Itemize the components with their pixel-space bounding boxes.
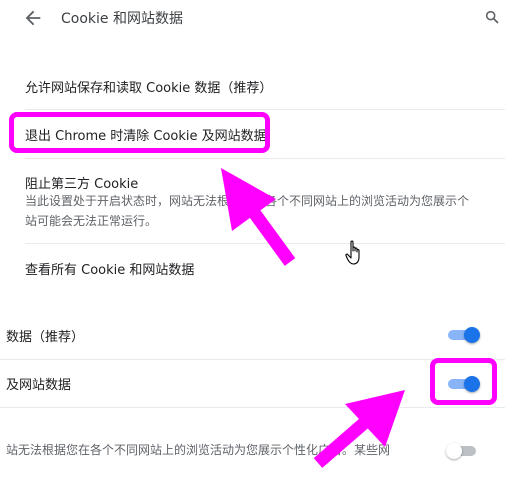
arrow-upper (221, 168, 296, 266)
arrow-lower (313, 390, 405, 468)
annotation-arrows (221, 168, 405, 468)
